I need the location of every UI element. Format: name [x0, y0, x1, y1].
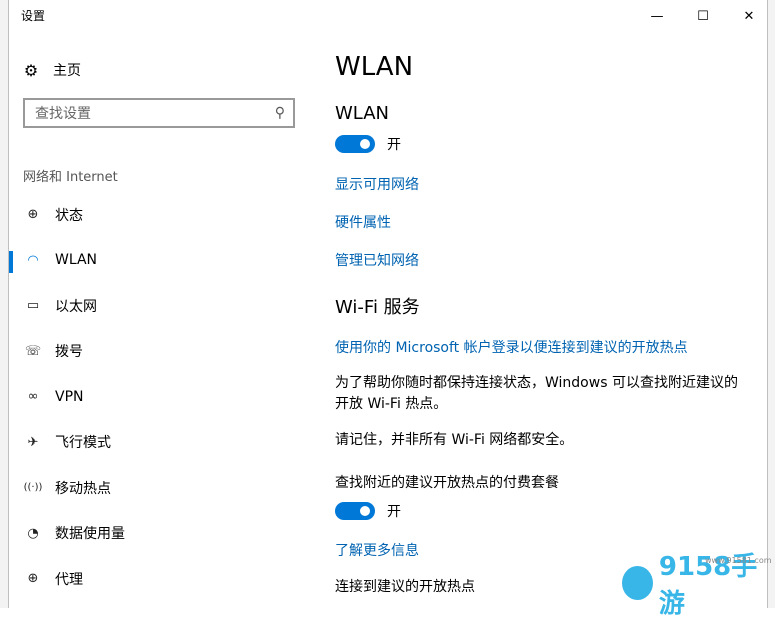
- airplane-icon: ✈: [27, 434, 39, 450]
- home-label: 主页: [53, 63, 81, 79]
- toggle-knob: [360, 139, 370, 149]
- sidebar-item-label: 拨号: [55, 344, 83, 361]
- search-input[interactable]: 查找设置: [35, 103, 91, 123]
- sidebar-item-data-usage[interactable]: ◔ 数据使用量: [9, 511, 309, 557]
- description-line-2: 开放 Wi-Fi 热点。: [335, 396, 448, 412]
- title-bar[interactable]: 设置 — ☐ ✕: [9, 0, 767, 32]
- sidebar-item-vpn[interactable]: ∞ VPN: [9, 374, 309, 420]
- sidebar-item-label: 状态: [55, 207, 83, 224]
- learn-more-link[interactable]: 了解更多信息: [335, 540, 419, 560]
- proxy-icon: ⊕: [27, 571, 39, 587]
- sidebar-item-label: 代理: [55, 571, 83, 588]
- wlan-heading: WLAN: [335, 103, 390, 124]
- sidebar-item-status[interactable]: ⊕ 状态: [9, 192, 309, 238]
- paid-plans-toggle[interactable]: [335, 502, 375, 520]
- watermark: 9158手游: [622, 552, 772, 619]
- globe-icon: ⊕: [27, 207, 39, 223]
- paid-plans-toggle-row: 开: [335, 501, 401, 521]
- watermark-logo: [622, 566, 653, 600]
- search-icon[interactable]: ⚲: [275, 105, 285, 121]
- vpn-icon: ∞: [27, 389, 39, 405]
- sidebar-item-mobile-hotspot[interactable]: ((·)) 移动热点: [9, 465, 309, 511]
- search-box[interactable]: 查找设置 ⚲: [23, 98, 295, 128]
- manage-known-networks-link[interactable]: 管理已知网络: [335, 250, 419, 270]
- dial-up-icon: ☏: [24, 343, 42, 359]
- data-usage-icon: ◔: [27, 525, 39, 541]
- sidebar-item-wlan[interactable]: ◠ WLAN: [9, 238, 309, 284]
- sidebar-item-dial-up[interactable]: ☏ 拨号: [9, 329, 309, 375]
- wifi-services-title: Wi-Fi 服务: [335, 297, 420, 318]
- microsoft-account-link[interactable]: 使用你的 Microsoft 帐户登录以便连接到建议的开放热点: [335, 337, 688, 357]
- hotspot-icon: ((·)): [23, 482, 43, 494]
- section-label: 网络和 Internet: [23, 170, 118, 185]
- sidebar-item-label: 移动热点: [55, 480, 111, 497]
- gear-icon: ⚙: [23, 60, 39, 80]
- maximize-icon: ☐: [697, 8, 709, 24]
- sidebar-nav: ⊕ 状态 ◠ WLAN ▭ 以太网 ☏ 拨号 ∞ VPN ✈ 飞行模式 ((·)…: [9, 192, 309, 602]
- wlan-toggle-row: 开: [335, 134, 401, 154]
- ethernet-icon: ▭: [26, 298, 40, 314]
- wlan-toggle[interactable]: [335, 135, 375, 153]
- sidebar-item-proxy[interactable]: ⊕ 代理: [9, 556, 309, 602]
- page-title: WLAN: [335, 52, 414, 82]
- toggle-knob: [360, 506, 370, 516]
- watermark-url: www.91581.com: [705, 556, 772, 565]
- sidebar: ⚙ 主页 查找设置 ⚲ 网络和 Internet ⊕ 状态 ◠ WLAN ▭ 以…: [9, 32, 309, 608]
- sidebar-item-label: 飞行模式: [55, 435, 111, 452]
- maximize-button[interactable]: ☐: [680, 0, 726, 32]
- minimize-button[interactable]: —: [634, 0, 680, 32]
- remember-text: 请记住，并非所有 Wi-Fi 网络都安全。: [335, 432, 574, 448]
- close-button[interactable]: ✕: [726, 0, 767, 32]
- sidebar-item-label: 以太网: [55, 298, 97, 315]
- description-text: 为了帮助你随时都保持连接状态，Windows 可以查找附近建议的 开放 Wi-F…: [335, 373, 745, 415]
- sidebar-item-label: 数据使用量: [55, 526, 125, 543]
- window-title: 设置: [21, 9, 46, 23]
- sidebar-item-label: VPN: [55, 388, 84, 405]
- close-icon: ✕: [743, 8, 755, 24]
- description-line-1: 为了帮助你随时都保持连接状态，Windows 可以查找附近建议的: [335, 375, 738, 391]
- sidebar-item-airplane-mode[interactable]: ✈ 飞行模式: [9, 420, 309, 466]
- background-strip-left: [0, 0, 8, 608]
- home-link[interactable]: ⚙ 主页: [21, 60, 81, 80]
- wlan-toggle-state: 开: [387, 137, 401, 153]
- paid-plans-toggle-state: 开: [387, 504, 401, 520]
- minimize-icon: —: [650, 8, 664, 24]
- sidebar-item-label: WLAN: [55, 252, 98, 269]
- paid-plans-label: 查找附近的建议开放热点的付费套餐: [335, 475, 559, 491]
- show-available-networks-link[interactable]: 显示可用网络: [335, 174, 419, 194]
- settings-window: 设置 — ☐ ✕ ⚙ 主页 查找设置 ⚲ 网络和 Internet ⊕ 状态 ◠…: [8, 0, 768, 608]
- hardware-properties-link[interactable]: 硬件属性: [335, 212, 391, 232]
- wifi-icon: ◠: [27, 252, 39, 268]
- sidebar-item-ethernet[interactable]: ▭ 以太网: [9, 283, 309, 329]
